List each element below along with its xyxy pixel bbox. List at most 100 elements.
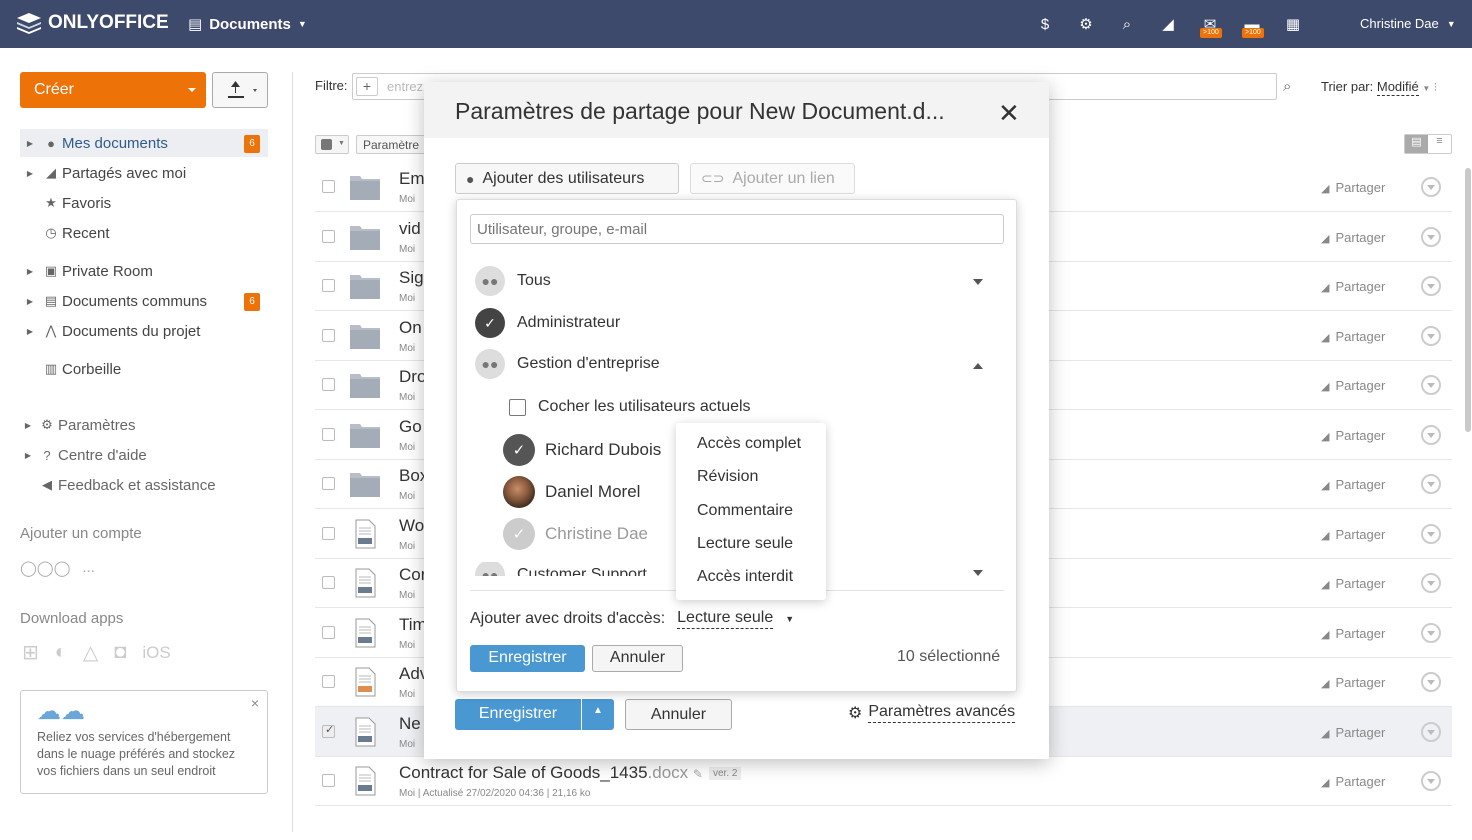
tiles-view-icon[interactable]: ▤ <box>1405 135 1428 153</box>
menu-item-lecture-seule[interactable]: Lecture seule <box>676 531 826 564</box>
share-button[interactable]: ◢ Partager <box>1321 725 1385 740</box>
table-row[interactable]: Contract for Sale of Goods_1435.docx ✎ ve… <box>315 756 1452 806</box>
user-menu[interactable]: Christine Dae ▼ <box>1360 16 1456 32</box>
create-button[interactable]: Créer <box>20 72 206 108</box>
cancel-button[interactable]: Annuler <box>625 699 732 730</box>
row-checkbox[interactable] <box>322 477 335 490</box>
sort-value[interactable]: Modifié <box>1376 79 1419 96</box>
sidebar-item-recent[interactable]: ◷ Recent <box>20 219 268 247</box>
add-filter-icon[interactable]: + <box>356 77 378 96</box>
list-view-icon[interactable]: ≡ <box>1428 135 1451 153</box>
share-button[interactable]: ◢ Partager <box>1321 329 1385 344</box>
onlyoffice-logo[interactable]: ONLYOFFICE <box>16 12 169 34</box>
file-name[interactable]: Ne <box>399 714 421 734</box>
file-name[interactable]: vid <box>399 219 421 239</box>
view-switcher[interactable]: ▤ ≡ <box>1404 134 1452 154</box>
expand-arrow-icon[interactable]: ▶ <box>20 139 40 148</box>
group-item-administrateur[interactable]: ✓ Administrateur <box>475 308 620 338</box>
row-checkbox[interactable]: ✓ <box>322 724 335 738</box>
user-item-daniel[interactable]: Daniel Morel <box>503 476 640 508</box>
sidebar-item-documents-communs[interactable]: ▶ ▤ Documents communs 6 <box>20 287 268 315</box>
share-button[interactable]: ◢ Partager <box>1321 774 1385 789</box>
file-name[interactable]: Contract for Sale of Goods_1435.docx ✎ ve… <box>399 763 742 783</box>
sort-direction-icon[interactable]: ⫶ <box>1434 82 1437 94</box>
row-checkbox[interactable] <box>322 576 335 589</box>
row-checkbox[interactable] <box>322 626 335 639</box>
save-button[interactable]: Enregistrer <box>455 699 581 730</box>
row-actions-icon[interactable] <box>1421 326 1441 346</box>
row-checkbox[interactable] <box>322 527 335 540</box>
sort-control[interactable]: Trier par: Modifié ▼ ⫶ <box>1321 79 1437 96</box>
more-accounts-link[interactable]: ... <box>82 559 95 577</box>
share-button[interactable]: ◢ Partager <box>1321 428 1385 443</box>
file-name[interactable]: On <box>399 318 422 338</box>
module-switcher[interactable]: ▤ Documents ▼ <box>188 15 307 34</box>
access-rights-select[interactable]: Lecture seule <box>677 609 774 629</box>
share-button[interactable]: ◢ Partager <box>1321 675 1385 690</box>
sidebar-item-corbeille[interactable]: ▥ Corbeille <box>20 355 268 383</box>
picker-save-button[interactable]: Enregistrer <box>470 645 585 672</box>
row-checkbox[interactable] <box>322 675 335 688</box>
sidebar-item-private-room[interactable]: ▶ ▣ Private Room <box>20 257 268 285</box>
row-checkbox[interactable] <box>322 378 335 391</box>
row-actions-icon[interactable] <box>1421 623 1441 643</box>
sidebar-item-parametres[interactable]: ▶ ⚙ Paramètres <box>20 411 268 439</box>
file-name[interactable]: Em <box>399 169 425 189</box>
chevron-up-icon[interactable] <box>973 363 983 369</box>
share-button[interactable]: ◢ Partager <box>1321 527 1385 542</box>
save-options-chevron-up-icon[interactable]: ▲ <box>582 699 614 730</box>
share-button[interactable]: ◢ Partager <box>1321 279 1385 294</box>
calendar-icon[interactable]: ▦ <box>1283 14 1303 34</box>
expand-arrow-icon[interactable]: ▶ <box>20 327 40 336</box>
add-users-button[interactable]: ● Ajouter des utilisateurs <box>455 163 679 194</box>
expand-arrow-icon[interactable]: ▶ <box>20 267 40 276</box>
file-name[interactable]: Tim <box>399 615 427 635</box>
checkbox[interactable] <box>509 398 526 416</box>
menu-item-acces-interdit[interactable]: Accès interdit <box>676 564 826 597</box>
share-button[interactable]: ◢ Partager <box>1321 378 1385 393</box>
menu-item-acces-complet[interactable]: Accès complet <box>676 431 826 464</box>
file-name[interactable]: Dro <box>399 367 426 387</box>
close-icon[interactable]: × <box>251 695 259 712</box>
sidebar-item-documents-projet[interactable]: ▶ ⋀ Documents du projet <box>20 317 268 345</box>
advanced-settings-link[interactable]: ⚙ Paramètres avancés <box>848 703 1016 723</box>
macos-icon[interactable]: ◐ <box>55 641 67 664</box>
chevron-down-icon[interactable] <box>973 570 983 576</box>
share-button[interactable]: ◢ Partager <box>1321 477 1385 492</box>
windows-icon[interactable]: ⊞ <box>22 640 39 665</box>
sidebar-item-favoris[interactable]: ★ Favoris <box>20 189 268 217</box>
ios-link[interactable]: iOS <box>142 643 170 663</box>
dollar-icon[interactable]: $ <box>1035 14 1055 34</box>
row-actions-icon[interactable] <box>1421 375 1441 395</box>
row-checkbox[interactable] <box>322 279 335 292</box>
row-checkbox[interactable] <box>322 428 335 441</box>
row-actions-icon[interactable] <box>1421 771 1441 791</box>
row-checkbox[interactable] <box>322 329 335 342</box>
user-item-richard[interactable]: ✓ Richard Dubois <box>503 434 661 466</box>
row-actions-icon[interactable] <box>1421 227 1441 247</box>
search-icon[interactable]: ⌕ <box>1283 78 1291 95</box>
group-item-tous[interactable]: ●● Tous <box>475 266 551 296</box>
chevron-down-icon[interactable] <box>973 279 983 285</box>
row-actions-icon[interactable] <box>1421 722 1441 742</box>
expand-arrow-icon[interactable]: ▶ <box>20 451 36 460</box>
scrollbar[interactable] <box>1465 168 1471 432</box>
nextcloud-icon[interactable]: ◯◯◯ <box>20 559 70 577</box>
file-name[interactable]: Wo <box>399 516 424 536</box>
share-button[interactable]: ◢ Partager <box>1321 180 1385 195</box>
add-link-button[interactable]: ⊂⊃ Ajouter un lien <box>690 163 855 194</box>
row-actions-icon[interactable] <box>1421 672 1441 692</box>
row-actions-icon[interactable] <box>1421 276 1441 296</box>
row-checkbox[interactable] <box>322 230 335 243</box>
row-actions-icon[interactable] <box>1421 573 1441 593</box>
share-button[interactable]: ◢ Partager <box>1321 576 1385 591</box>
feed-icon[interactable]: ◢ <box>1158 14 1178 34</box>
row-actions-icon[interactable] <box>1421 177 1441 197</box>
share-button[interactable]: ◢ Partager <box>1321 230 1385 245</box>
close-icon[interactable]: ✕ <box>998 98 1020 129</box>
file-name[interactable]: Cor <box>399 565 426 585</box>
android-icon[interactable]: ◘ <box>114 641 126 664</box>
expand-arrow-icon[interactable]: ▶ <box>20 169 40 178</box>
linux-icon[interactable]: △ <box>83 640 98 665</box>
row-actions-icon[interactable] <box>1421 524 1441 544</box>
